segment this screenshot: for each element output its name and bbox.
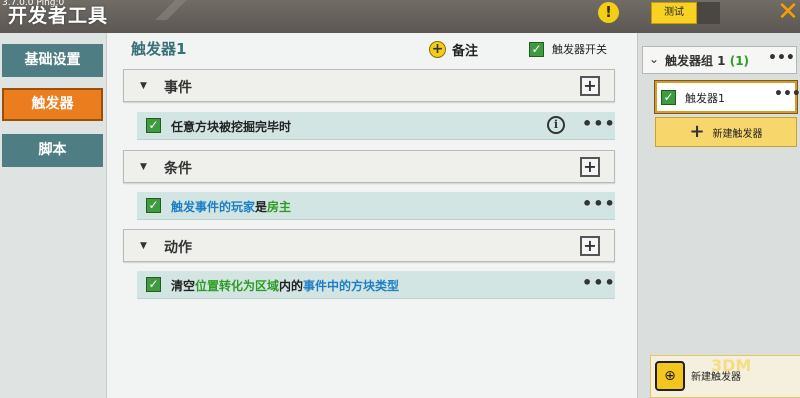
row-text: 触发事件的玩家是房主 <box>171 200 292 214</box>
trigger-item-checkbox[interactable]: ✓ <box>661 90 676 105</box>
row-checkbox[interactable]: ✓ <box>146 277 161 292</box>
section-actions[interactable]: ▼ 动作 + <box>123 229 615 262</box>
more-options-icon[interactable]: ••• <box>582 194 616 213</box>
section-label: 条件 <box>164 161 192 177</box>
new-trigger-label: 新建触发器 <box>712 128 763 140</box>
plus-circle-icon: + <box>429 40 446 58</box>
group-label: 触发器组 1 (1) <box>665 54 750 68</box>
new-trigger-button[interactable]: + 新建触发器 <box>655 117 797 147</box>
row-checkbox[interactable]: ✓ <box>146 198 161 213</box>
trigger-switch-label: 触发器开关 <box>552 43 607 56</box>
add-event-button[interactable]: + <box>580 76 600 96</box>
trigger-group-header[interactable]: ⌄ 触发器组 1 (1) ••• <box>642 46 797 74</box>
nav-item-scripts[interactable]: 脚本 <box>2 134 103 167</box>
left-nav: 基础设置 触发器 脚本 <box>0 33 107 398</box>
window-title: 开发者工具 <box>8 5 109 27</box>
section-label: 动作 <box>164 240 192 256</box>
trigger-item-label: 触发器1 <box>685 92 725 105</box>
bottom-button-label: 新建触发器 <box>691 372 741 383</box>
collapse-triangle-icon[interactable]: ▼ <box>140 81 147 91</box>
close-icon[interactable]: ✕ <box>776 0 800 26</box>
trigger-list-item[interactable]: ✓ 触发器1 ••• <box>654 80 800 114</box>
trigger-item-more-icon[interactable]: ••• <box>774 86 800 102</box>
collapse-triangle-icon[interactable]: ▼ <box>140 241 147 251</box>
nav-item-basic-settings[interactable]: 基础设置 <box>2 44 103 77</box>
trigger-switch[interactable]: ✓ 触发器开关 <box>529 39 607 59</box>
chevron-down-icon[interactable]: ⌄ <box>649 52 659 66</box>
trigger-title[interactable]: 触发器1 <box>131 38 186 59</box>
test-button[interactable]: 测试 <box>651 2 697 24</box>
warning-icon[interactable]: ! <box>598 2 619 23</box>
title-bar: 3.7.0.0 Ping:0 开发者工具 ! 测试 ✕ <box>0 0 800 33</box>
add-action-button[interactable]: + <box>580 236 600 256</box>
row-text: 清空位置转化为区域内的事件中的方块类型 <box>171 279 400 293</box>
plus-icon: + <box>689 121 705 142</box>
row-checkbox[interactable]: ✓ <box>146 118 161 133</box>
gamepad-icon: ⊕ <box>655 361 685 391</box>
bottom-new-trigger-button[interactable]: ⊕ 3DM 新建触发器 <box>650 355 800 398</box>
section-label: 事件 <box>164 80 192 96</box>
condition-row[interactable]: ✓ 触发事件的玩家是房主 ••• <box>137 192 615 220</box>
add-condition-button[interactable]: + <box>580 157 600 177</box>
trigger-editor: 触发器1 + 备注 ✓ 触发器开关 ▼ 事件 + ✓ 任意方块被挖掘完毕时 i … <box>107 33 637 398</box>
test-toggle[interactable] <box>697 2 720 24</box>
trigger-switch-checkbox[interactable]: ✓ <box>529 41 544 57</box>
decoration-stripe <box>152 0 190 20</box>
nav-item-triggers[interactable]: 触发器 <box>2 88 103 121</box>
trigger-list-panel: ⌄ 触发器组 1 (1) ••• ✓ 触发器1 ••• + 新建触发器 ⊕ 3D… <box>637 33 800 398</box>
info-icon[interactable]: i <box>547 116 565 134</box>
more-options-icon[interactable]: ••• <box>582 114 616 133</box>
add-note-button[interactable]: + 备注 <box>429 39 478 59</box>
group-more-icon[interactable]: ••• <box>768 50 795 66</box>
collapse-triangle-icon[interactable]: ▼ <box>140 162 147 172</box>
section-conditions[interactable]: ▼ 条件 + <box>123 150 615 183</box>
section-events[interactable]: ▼ 事件 + <box>123 69 615 102</box>
row-text: 任意方块被挖掘完毕时 <box>171 120 292 134</box>
more-options-icon[interactable]: ••• <box>582 273 616 292</box>
note-label: 备注 <box>452 43 479 59</box>
event-row[interactable]: ✓ 任意方块被挖掘完毕时 i ••• <box>137 112 615 140</box>
action-row[interactable]: ✓ 清空位置转化为区域内的事件中的方块类型 ••• <box>137 271 615 299</box>
